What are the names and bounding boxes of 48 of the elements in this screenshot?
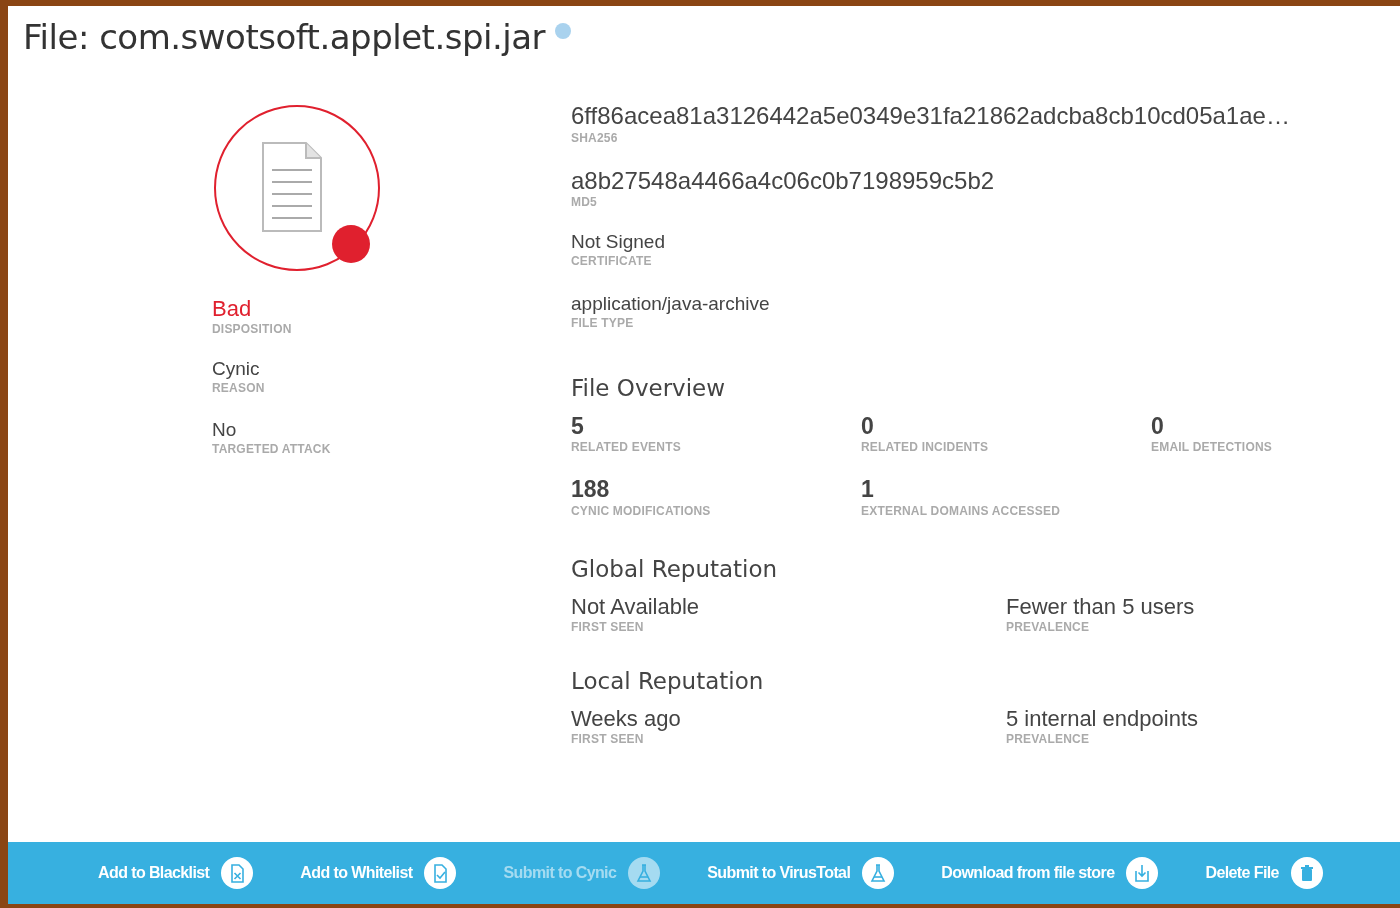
field-label: PREVALENCE — [1006, 732, 1091, 747]
field-value: 5 — [571, 412, 585, 440]
field-value: Cynic — [212, 358, 261, 381]
download-icon — [1126, 857, 1159, 889]
field-value: No — [212, 419, 238, 441]
field-label: RELATED EVENTS — [571, 440, 682, 455]
trash-icon — [1290, 857, 1323, 889]
field-value: Not Available — [571, 593, 700, 620]
field-value: Not Signed — [571, 231, 666, 254]
field-value: 188 — [571, 476, 611, 503]
document-check-icon — [424, 857, 457, 889]
field-value: application/java-archive — [571, 293, 771, 315]
action-button[interactable]: Download from file store — [933, 857, 1167, 889]
section-title: Global Reputation — [571, 555, 779, 582]
field-value: 0 — [1151, 412, 1165, 440]
action-button[interactable]: Add to Blacklist — [90, 857, 262, 889]
field-value: 6ff86acea81a3126442a5e0349e31fa21862adcba8cb10cd05a1ae… — [571, 102, 1291, 130]
document-x-icon — [221, 857, 254, 889]
flask-icon — [862, 857, 895, 889]
help-icon[interactable] — [555, 23, 572, 39]
page-title: File: com.swotsoft.applet.spi.jar — [23, 17, 546, 57]
field-value: 0 — [861, 412, 875, 440]
field-label: TARGETED ATTACK — [212, 442, 332, 456]
section-title: Local Reputation — [571, 668, 765, 695]
field-label: DISPOSITION — [212, 322, 293, 337]
field-label: CYNIC MODIFICATIONS — [571, 503, 712, 518]
field-label: RELATED INCIDENTS — [861, 440, 990, 455]
field-label: SHA256 — [571, 130, 619, 145]
field-label: FILE TYPE — [571, 315, 635, 330]
field-value: 5 internal endpoints — [1006, 706, 1200, 732]
action-button[interactable]: Add to Whitelist — [292, 857, 465, 889]
field-label: REASON — [212, 381, 266, 396]
action-button[interactable]: Delete File — [1197, 857, 1331, 889]
field-label: PREVALENCE — [1006, 620, 1091, 635]
field-label: CERTIFICATE — [571, 254, 653, 269]
action-button[interactable]: Submit to VirusTotal — [699, 857, 903, 889]
section-title: File Overview — [571, 374, 727, 401]
field-value: Fewer than 5 users — [1006, 593, 1196, 620]
field-value: a8b27548a4466a4c06c0b7198959c5b2 — [571, 166, 996, 195]
field-value: Weeks ago — [571, 706, 682, 732]
field-label: FIRST SEEN — [571, 620, 645, 635]
flask-icon — [628, 857, 661, 889]
field-label: MD5 — [571, 195, 598, 210]
field-label: FIRST SEEN — [571, 732, 645, 747]
field-label: EXTERNAL DOMAINS ACCESSED — [861, 503, 1062, 518]
field-value: 1 — [861, 476, 875, 503]
field-label: EMAIL DETECTIONS — [1151, 440, 1273, 455]
field-value: Bad — [212, 296, 253, 322]
